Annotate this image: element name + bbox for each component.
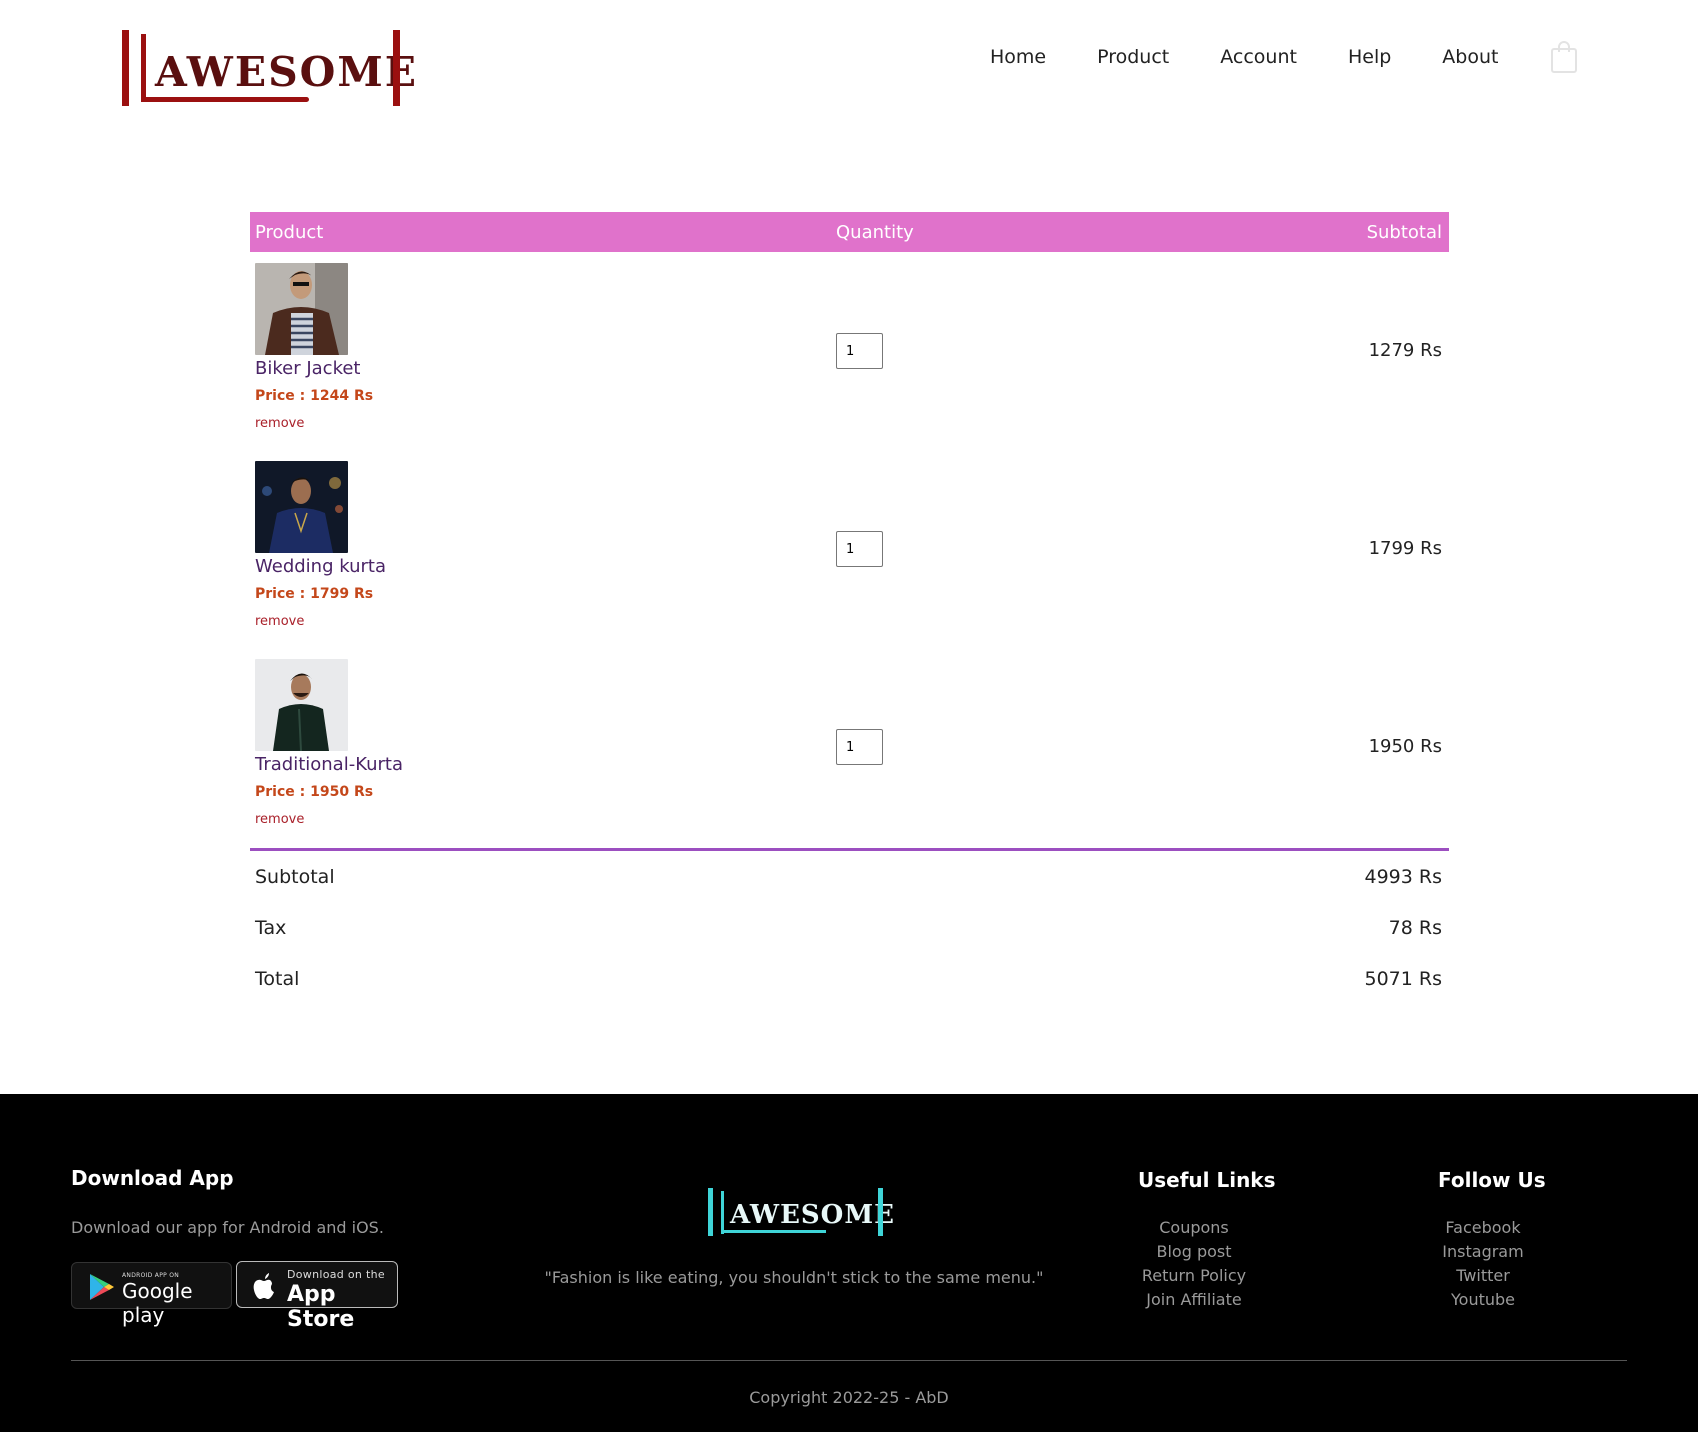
nav-home[interactable]: Home xyxy=(990,46,1046,68)
quantity-input[interactable] xyxy=(836,333,883,369)
column-header-product: Product xyxy=(255,221,324,243)
quantity-input[interactable] xyxy=(836,729,883,765)
total-label: Total xyxy=(255,968,300,990)
logo-underline xyxy=(141,97,309,102)
social-links-list: Facebook Instagram Twitter Youtube xyxy=(1418,1216,1548,1312)
cart-row: Biker Jacket Price : 1244 Rs remove 1279… xyxy=(250,252,1449,450)
quantity-input[interactable] xyxy=(836,531,883,567)
product-image-biker-jacket[interactable] xyxy=(255,263,348,355)
nav-product[interactable]: Product xyxy=(1097,46,1169,68)
row-subtotal: 1950 Rs xyxy=(1368,736,1442,757)
footer-logo-bar-left xyxy=(708,1188,713,1236)
product-image-traditional-kurta[interactable] xyxy=(255,659,348,751)
footer-logo-wordmark: AWESOME xyxy=(730,1200,895,1230)
site-header: AWESOME Home Product Account Help About xyxy=(0,0,1698,140)
tax-value: 78 Rs xyxy=(1388,917,1442,939)
cart-totals: Subtotal 4993 Rs Tax 78 Rs Total 5071 Rs xyxy=(250,851,1449,1001)
remove-link[interactable]: remove xyxy=(255,416,304,431)
product-name[interactable]: Wedding kurta xyxy=(255,556,386,577)
shopping-bag-icon[interactable] xyxy=(1550,40,1578,74)
remove-link[interactable]: remove xyxy=(255,812,304,827)
nav-help[interactable]: Help xyxy=(1348,46,1391,68)
remove-link[interactable]: remove xyxy=(255,614,304,629)
footer-logo-underline xyxy=(721,1230,826,1233)
product-image-wedding-kurta[interactable] xyxy=(255,461,348,553)
link-coupons[interactable]: Coupons xyxy=(1128,1216,1260,1240)
follow-us-title: Follow Us xyxy=(1438,1168,1546,1192)
footer-divider xyxy=(71,1360,1627,1361)
subtotal-label: Subtotal xyxy=(255,866,335,888)
product-name[interactable]: Traditional-Kurta xyxy=(255,754,403,775)
row-subtotal: 1799 Rs xyxy=(1368,538,1442,559)
tax-label: Tax xyxy=(255,917,287,939)
product-price: Price : 1244 Rs xyxy=(255,388,374,404)
logo-wordmark: AWESOME xyxy=(155,48,419,96)
footer-logo-bar-right xyxy=(878,1188,883,1236)
nav-account[interactable]: Account xyxy=(1220,46,1297,68)
footer-tagline: "Fashion is like eating, you shouldn't s… xyxy=(544,1268,1044,1287)
product-name[interactable]: Biker Jacket xyxy=(255,358,360,379)
main-nav: Home Product Account Help About xyxy=(990,46,1549,68)
link-instagram[interactable]: Instagram xyxy=(1418,1240,1548,1264)
brand-logo[interactable]: AWESOME xyxy=(122,30,416,106)
download-app-text: Download our app for Android and iOS. xyxy=(71,1218,384,1237)
subtotal-value: 4993 Rs xyxy=(1364,866,1443,888)
product-price: Price : 1799 Rs xyxy=(255,586,374,602)
product-price: Price : 1950 Rs xyxy=(255,784,374,800)
useful-links-title: Useful Links xyxy=(1138,1168,1276,1192)
link-return-policy[interactable]: Return Policy xyxy=(1128,1264,1260,1288)
link-twitter[interactable]: Twitter xyxy=(1418,1264,1548,1288)
site-footer: Download App Download our app for Androi… xyxy=(0,1094,1698,1432)
link-blog-post[interactable]: Blog post xyxy=(1128,1240,1260,1264)
app-store-label: App Store xyxy=(287,1282,355,1332)
download-app-title: Download App xyxy=(71,1166,234,1190)
cart-row: Traditional-Kurta Price : 1950 Rs remove… xyxy=(250,648,1449,846)
footer-logo-bracket xyxy=(721,1191,724,1234)
logo-bar-right xyxy=(393,30,400,106)
cart-table-header: Product Quantity Subtotal xyxy=(250,212,1449,252)
row-subtotal: 1279 Rs xyxy=(1368,340,1442,361)
logo-bar-left xyxy=(122,30,129,106)
copyright-text: Copyright 2022-25 - AbD xyxy=(749,1388,949,1407)
useful-links-list: Coupons Blog post Return Policy Join Aff… xyxy=(1128,1216,1260,1312)
cart-row: Wedding kurta Price : 1799 Rs remove 179… xyxy=(250,450,1449,648)
column-header-quantity: Quantity xyxy=(836,221,914,243)
link-join-affiliate[interactable]: Join Affiliate xyxy=(1128,1288,1260,1312)
link-facebook[interactable]: Facebook xyxy=(1418,1216,1548,1240)
column-header-subtotal: Subtotal xyxy=(1366,221,1442,243)
cart-table: Product Quantity Subtotal Biker Jacket P… xyxy=(250,212,1449,1001)
link-youtube[interactable]: Youtube xyxy=(1418,1288,1548,1312)
nav-about[interactable]: About xyxy=(1442,46,1498,68)
footer-brand-logo[interactable]: AWESOME xyxy=(708,1188,894,1236)
total-value: 5071 Rs xyxy=(1364,968,1443,990)
logo-bracket xyxy=(141,34,146,102)
